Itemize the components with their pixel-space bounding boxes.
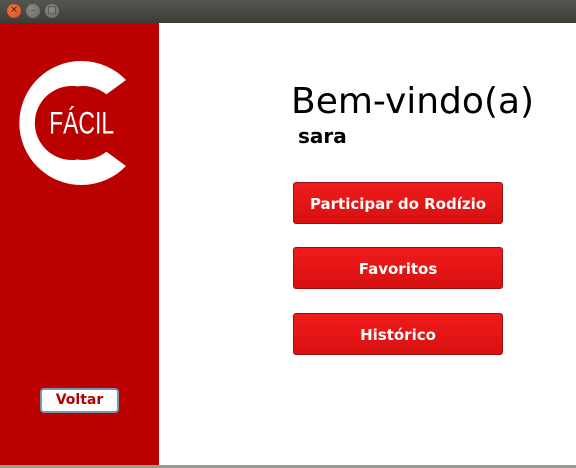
minimize-button[interactable]: – bbox=[26, 4, 40, 18]
sidebar: FÁCIL Voltar bbox=[0, 23, 159, 465]
username-label: sara bbox=[298, 124, 347, 148]
history-button[interactable]: Histórico bbox=[293, 313, 503, 355]
maximize-button[interactable]: □ bbox=[45, 4, 59, 18]
main-panel: Bem-vindo(a) sara Participar do Rodízio … bbox=[159, 23, 576, 465]
cfacil-logo: FÁCIL bbox=[19, 60, 127, 185]
favorites-button[interactable]: Favoritos bbox=[293, 247, 503, 289]
welcome-heading: Bem-vindo(a) bbox=[291, 81, 535, 122]
logo-text: FÁCIL bbox=[49, 105, 114, 140]
back-button[interactable]: Voltar bbox=[40, 388, 119, 413]
title-bar: ✕ – □ bbox=[0, 0, 576, 23]
close-button[interactable]: ✕ bbox=[7, 4, 21, 18]
join-rodizio-button[interactable]: Participar do Rodízio bbox=[293, 182, 503, 224]
